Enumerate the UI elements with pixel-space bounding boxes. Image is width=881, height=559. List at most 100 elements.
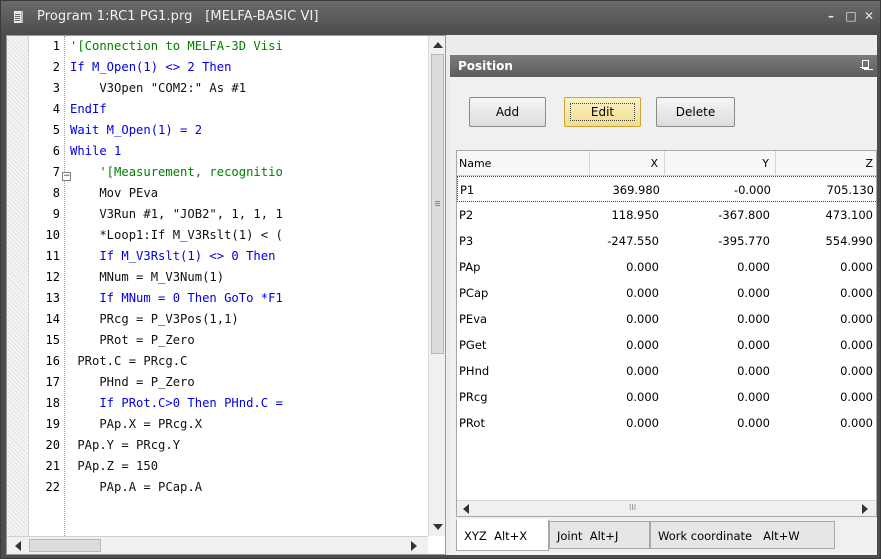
code-line[interactable]: '[Measurement, recognitio	[70, 165, 282, 179]
column-header-name[interactable]: Name	[459, 157, 491, 170]
table-row[interactable]: PAp 0.000 0.000 0.000	[457, 254, 876, 280]
edit-button[interactable]: Edit	[564, 97, 641, 127]
client-area: 1 '[Connection to MELFA-3D Visi 2 If M_Open…	[6, 35, 877, 555]
table-row[interactable]: P2 118.950 -367.800 473.100	[457, 202, 876, 228]
cell-y: -0.000	[733, 183, 771, 197]
editor-vertical-scroll-thumb[interactable]	[431, 54, 444, 354]
tab-xyz[interactable]: XYZ Alt+X	[456, 519, 549, 551]
editor-horizontal-scrollbar[interactable]	[7, 536, 428, 554]
code-line[interactable]: EndIf	[70, 102, 107, 116]
line-number: 7	[52, 165, 60, 179]
code-line[interactable]: PAp.X = PRcg.X	[70, 417, 202, 431]
line-number: 5	[52, 123, 60, 137]
close-button[interactable]: ✕	[861, 9, 877, 23]
code-line[interactable]: If PRot.C>0 Then PHnd.C =	[70, 396, 282, 410]
line-number: 11	[45, 249, 60, 263]
code-line[interactable]: PRcg = P_V3Pos(1,1)	[70, 312, 238, 326]
line-number: 1	[52, 39, 60, 53]
scroll-down-arrow-icon[interactable]	[433, 524, 443, 530]
cell-x: 0.000	[626, 260, 659, 274]
code-line[interactable]: While 1	[70, 144, 121, 158]
minimize-button[interactable]: –	[823, 9, 839, 23]
maximize-button[interactable]: □	[843, 9, 859, 23]
line-number: 15	[45, 333, 60, 347]
code-line[interactable]: PAp.Y = PRcg.Y	[70, 438, 180, 452]
cell-name: PHnd	[459, 364, 490, 378]
table-row[interactable]: PEva 0.000 0.000 0.000	[457, 306, 876, 332]
table-header: Name X Y Z	[457, 151, 876, 176]
table-row[interactable]: PHnd 0.000 0.000 0.000	[457, 358, 876, 384]
code-line[interactable]: '[Connection to MELFA-3D Visi	[70, 39, 283, 53]
position-table[interactable]: Name X Y Z P1 369.980 -0.000 705.130 P2 118.9…	[456, 150, 877, 517]
code-line[interactable]: PAp.A = PCap.A	[70, 480, 202, 494]
code-line[interactable]: MNum = M_V3Num(1)	[70, 270, 224, 284]
table-row[interactable]: PCap 0.000 0.000 0.000	[457, 280, 876, 306]
code-line[interactable]: PHnd = P_Zero	[70, 375, 194, 389]
fold-toggle-icon[interactable]: −	[62, 172, 71, 181]
cell-z: 0.000	[840, 390, 873, 404]
delete-button[interactable]: Delete	[656, 97, 735, 127]
line-number: 20	[45, 438, 60, 452]
column-header-z[interactable]: Z	[776, 157, 873, 170]
cell-y: 0.000	[737, 416, 770, 430]
scroll-left-arrow-icon[interactable]	[15, 541, 21, 551]
cell-name: PGet	[459, 338, 487, 352]
cell-x: -247.550	[607, 234, 659, 248]
tab-work-coordinate[interactable]: Work coordinate Alt+W	[650, 521, 835, 549]
cell-x: 369.980	[612, 183, 660, 197]
code-line[interactable]: Mov PEva	[70, 186, 158, 200]
line-number: 14	[45, 312, 60, 326]
code-line[interactable]: *Loop1:If M_V3Rslt(1) < (	[70, 228, 282, 242]
table-row[interactable]: PRot 0.000 0.000 0.000	[457, 410, 876, 436]
table-row[interactable]: PGet 0.000 0.000 0.000	[457, 332, 876, 358]
editor-vertical-scrollbar[interactable]	[428, 36, 445, 536]
code-line[interactable]: PRot = P_Zero	[70, 333, 194, 347]
panel-title: Position	[458, 59, 513, 73]
cell-name: PRot	[459, 416, 485, 430]
scroll-up-arrow-icon[interactable]	[433, 42, 443, 48]
table-horizontal-scrollbar[interactable]: III	[457, 500, 876, 516]
code-line[interactable]: Wait M_Open(1) = 2	[70, 123, 202, 137]
code-editor[interactable]: 1 '[Connection to MELFA-3D Visi 2 If M_Open…	[6, 35, 446, 555]
cell-x: 118.950	[611, 208, 659, 222]
tab-joint[interactable]: Joint Alt+J	[549, 521, 650, 549]
code-line[interactable]: V3Open "COM2:" As #1	[70, 81, 246, 95]
code-line[interactable]: If MNum = 0 Then GoTo *F1	[70, 291, 282, 305]
table-row[interactable]: P3 -247.550 -395.770 554.990	[457, 228, 876, 254]
focus-rect	[570, 103, 635, 121]
code-line[interactable]: PAp.Z = 150	[70, 459, 158, 473]
cell-z: 0.000	[840, 312, 873, 326]
line-number: 12	[45, 270, 60, 284]
cell-y: -367.800	[718, 208, 770, 222]
cell-name: PEva	[459, 312, 488, 326]
code-line[interactable]: If M_V3Rslt(1) <> 0 Then	[70, 249, 275, 263]
column-header-x[interactable]: X	[590, 157, 658, 170]
cell-y: 0.000	[737, 338, 770, 352]
cell-z: 705.130	[826, 183, 874, 197]
scroll-right-arrow-icon[interactable]	[411, 541, 417, 551]
line-number: 9	[52, 207, 60, 221]
scroll-right-arrow-icon[interactable]	[862, 504, 868, 514]
code-line[interactable]: V3Run #1, "JOB2", 1, 1, 1	[70, 207, 282, 221]
table-row[interactable]: P1 369.980 -0.000 705.130	[457, 176, 876, 202]
title-bar[interactable]: Program 1:RC1 PG1.prg [MELFA-BASIC VI] –…	[1, 1, 880, 33]
line-number: 10	[45, 228, 60, 242]
coordinate-tabs: XYZ Alt+X Joint Alt+J Work coordinate Al…	[456, 519, 877, 553]
cell-y: 0.000	[737, 390, 770, 404]
cell-y: 0.000	[737, 312, 770, 326]
column-header-y[interactable]: Y	[665, 157, 769, 170]
scroll-left-arrow-icon[interactable]	[463, 504, 469, 514]
table-row[interactable]: PRcg 0.000 0.000 0.000	[457, 384, 876, 410]
editor-horizontal-scroll-thumb[interactable]	[29, 539, 101, 552]
pin-icon[interactable]	[860, 59, 870, 71]
cell-name: P2	[459, 208, 474, 222]
add-button[interactable]: Add	[469, 97, 546, 127]
scroll-grip-icon: III	[629, 503, 637, 512]
cell-z: 0.000	[840, 338, 873, 352]
position-panel-header: Position	[450, 55, 877, 77]
code-line[interactable]: If M_Open(1) <> 2 Then	[70, 60, 231, 74]
document-icon	[14, 11, 23, 23]
cell-x: 0.000	[626, 390, 659, 404]
code-line[interactable]: PRot.C = PRcg.C	[70, 354, 187, 368]
cell-x: 0.000	[626, 286, 659, 300]
